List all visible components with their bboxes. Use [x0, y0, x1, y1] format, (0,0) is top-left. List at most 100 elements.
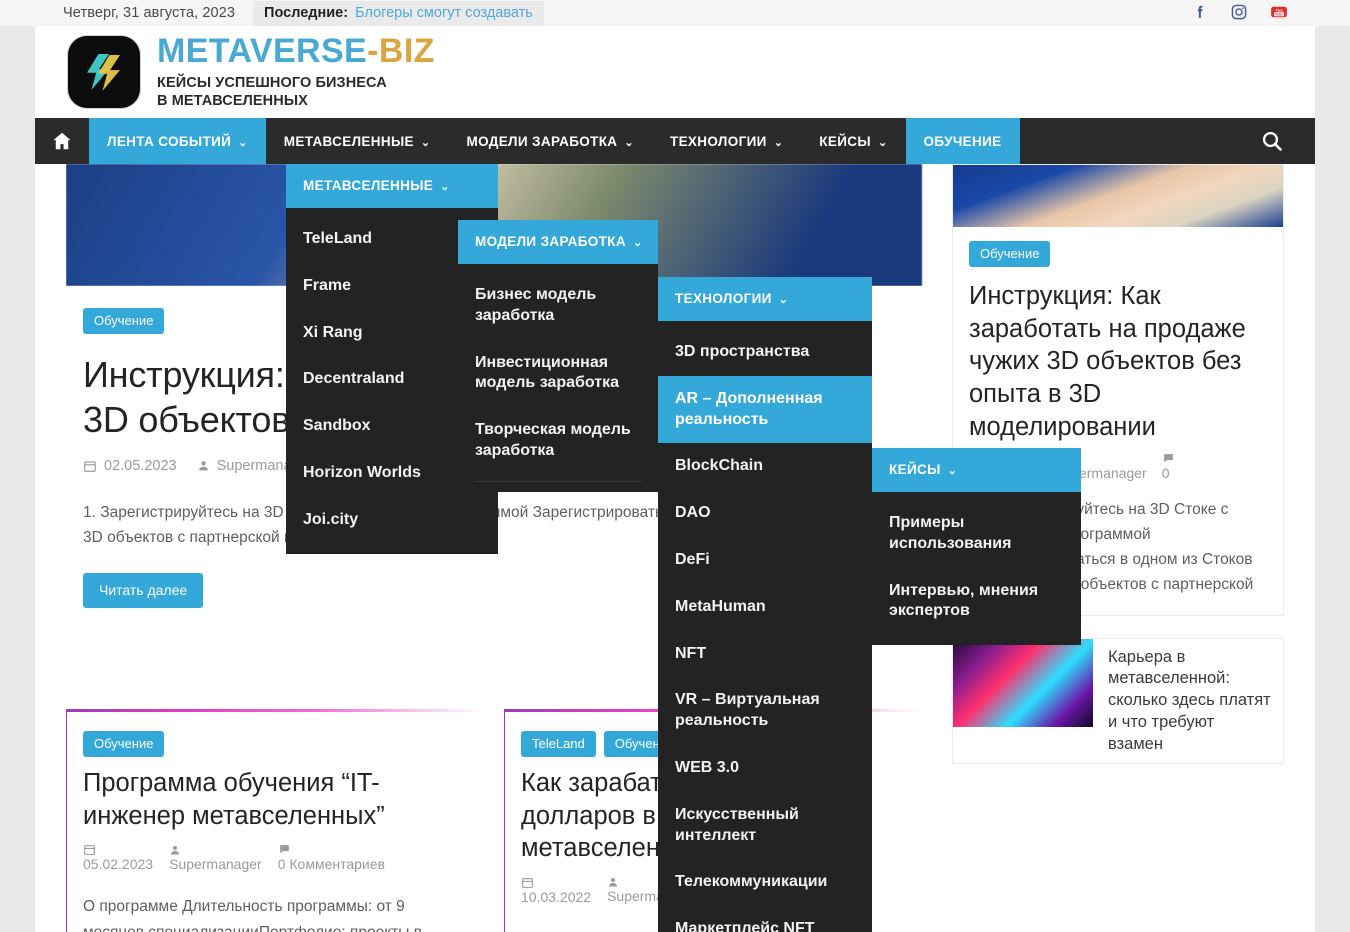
logo-subtitle: КЕЙСЫ УСПЕШНОГО БИЗНЕСА В МЕТАВСЕЛЕННЫХ [157, 74, 435, 110]
menu-item-telecom[interactable]: Телекоммуникации [658, 859, 872, 906]
logo-text-block: METAVERSE-BIZ КЕЙСЫ УСПЕШНОГО БИЗНЕСА В … [157, 34, 435, 110]
card-category-badge[interactable]: TeleLand [521, 731, 596, 757]
site-header: METAVERSE-BIZ КЕЙСЫ УСПЕШНОГО БИЗНЕСА В … [35, 26, 1315, 118]
sidebar-article-thumbnail[interactable] [953, 165, 1283, 227]
nav-item-label: МОДЕЛИ ЗАРАБОТКА [466, 133, 618, 149]
menu-item-defi[interactable]: DeFi [658, 537, 872, 584]
instagram-icon[interactable] [1230, 3, 1248, 21]
breaking-news: Последние: Блогеры смогут создавать [253, 0, 544, 26]
comment-icon [1163, 454, 1173, 463]
dropdown-tehnologii-list: 3D пространства AR – Дополненная реально… [658, 321, 872, 932]
sidebar-mini-thumbnail[interactable] [953, 638, 1093, 727]
menu-item-nft[interactable]: NFT [658, 631, 872, 678]
sidebar-mini-article[interactable]: Карьера в метавселенной: сколько здесь п… [952, 637, 1284, 765]
nav-item-label: МЕТАВСЕЛЕННЫЕ [283, 133, 414, 149]
menu-item-investicionnaya[interactable]: Инвестиционная модель заработка [458, 340, 658, 408]
chevron-down-icon: ⌄ [238, 136, 248, 149]
article-comments-text: 0 Комментариев [277, 856, 385, 873]
article-comments[interactable]: 0 [1162, 452, 1175, 481]
page-root: Четверг, 31 августа, 2023 Последние: Бло… [0, 0, 1350, 932]
article-author[interactable]: Supermanager [169, 844, 262, 872]
article-date: 10.03.2022 [521, 876, 591, 905]
menu-item-biznes-model[interactable]: Бизнес модель заработка [458, 272, 658, 340]
chevron-down-icon: ⌄ [947, 465, 958, 477]
svg-text:Tube: Tube [1275, 12, 1283, 16]
menu-item-intervyu-mneniya[interactable]: Интервью, мнения экспертов [872, 568, 1081, 636]
menu-item-metahuman[interactable]: MetaHuman [658, 584, 872, 631]
menu-item-nft-marketplace[interactable]: Маркетплейс NFT [658, 906, 872, 932]
menu-item-ar[interactable]: AR – Дополненная реальность [658, 375, 872, 444]
dropdown-keysy-header[interactable]: КЕЙСЫ ⌄ [872, 448, 1081, 492]
nav-item-obuchenie[interactable]: ОБУЧЕНИЕ [905, 118, 1020, 164]
menu-item-tvorcheskaya[interactable]: Творческая модель заработка [458, 407, 658, 475]
card-badges: Обучение [83, 731, 466, 757]
card-title[interactable]: Программа обучения “IT-инженер метавселе… [83, 767, 466, 832]
article-card: Обучение Программа обучения “IT-инженер … [66, 709, 483, 932]
breaking-news-link[interactable]: Блогеры смогут создавать [355, 5, 533, 21]
read-more-button[interactable]: Читать далее [83, 572, 204, 608]
facebook-icon[interactable] [1191, 3, 1209, 21]
menu-divider [474, 480, 642, 482]
article-date: 02.05.2023 [83, 458, 177, 474]
user-icon [609, 878, 618, 887]
card-category-badge[interactable]: Обучение [83, 731, 165, 757]
article-comments[interactable]: 0 Комментариев [278, 843, 385, 872]
menu-item-dao[interactable]: DAO [658, 490, 872, 537]
dropdown-tehnologii-header[interactable]: ТЕХНОЛОГИИ ⌄ [658, 277, 872, 321]
card-excerpt: О программе Длительность программы: от 9… [83, 898, 422, 932]
menu-item-web3[interactable]: WEB 3.0 [658, 745, 872, 792]
chevron-down-icon: ⌄ [624, 136, 634, 149]
dropdown-header-label: КЕЙСЫ [889, 462, 941, 477]
nav-item-keysy[interactable]: КЕЙСЫ ⌄ [801, 118, 905, 164]
logo-title-part1: METAVERSE [157, 31, 368, 70]
menu-item-ai[interactable]: Искусственный интеллект [658, 792, 872, 860]
nav-item-label: ТЕХНОЛОГИИ [669, 133, 767, 149]
chevron-down-icon: ⌄ [877, 136, 888, 149]
dropdown-modeli-header[interactable]: МОДЕЛИ ЗАРАБОТКА ⌄ [458, 220, 658, 264]
dropdown-keysy-list: Примеры использования Интервью, мнения э… [872, 492, 1081, 645]
sidebar-category-badge[interactable]: Обучение [969, 241, 1051, 267]
article-date: 05.02.2023 [83, 843, 153, 872]
social-links: You Tube [1191, 3, 1287, 21]
article-author-text: Supermanager [169, 855, 262, 872]
nav-item-label: КЕЙСЫ [819, 133, 871, 149]
menu-item-vr[interactable]: VR – Виртуальная реальность [658, 677, 872, 745]
sidebar-mini-title[interactable]: Карьера в метавселенной: сколько здесь п… [1108, 639, 1283, 764]
chevron-down-icon: ⌄ [773, 136, 784, 149]
current-date: Четверг, 31 августа, 2023 [63, 5, 236, 21]
comment-icon [279, 845, 289, 854]
featured-category-badge[interactable]: Обучение [83, 308, 165, 334]
article-date-text: 05.02.2023 [83, 856, 154, 873]
nav-item-label: ОБУЧЕНИЕ [923, 133, 1002, 149]
site-logo[interactable]: METAVERSE-BIZ КЕЙСЫ УСПЕШНОГО БИЗНЕСА В … [68, 34, 435, 110]
nav-item-lenta-sobytiy[interactable]: ЛЕНТА СОБЫТИЙ ⌄ [89, 118, 266, 164]
nav-home-button[interactable] [35, 118, 89, 164]
dropdown-metavselennye-header[interactable]: МЕТАВСЕЛЕННЫЕ ⌄ [286, 164, 498, 208]
menu-item-3d-prostranstva[interactable]: 3D пространства [658, 329, 872, 376]
article-date-text: 02.05.2023 [104, 457, 177, 474]
dropdown-header-label: МОДЕЛИ ЗАРАБОТКА [475, 234, 626, 249]
nav-search-button[interactable] [1229, 118, 1315, 164]
calendar-icon [522, 878, 533, 888]
nav-item-label: ЛЕНТА СОБЫТИЙ [107, 133, 232, 149]
dropdown-header-label: МЕТАВСЕЛЕННЫЕ [303, 178, 434, 193]
logo-title-part2: -BIZ [367, 31, 435, 70]
nav-item-metavselennye[interactable]: МЕТАВСЕЛЕННЫЕ ⌄ [266, 118, 449, 164]
youtube-icon[interactable]: You Tube [1269, 3, 1287, 21]
menu-item-primery-ispolzovaniya[interactable]: Примеры использования [872, 500, 1081, 568]
menu-item-joi-city[interactable]: Joi.city [286, 497, 498, 544]
user-icon [171, 845, 180, 855]
logo-subtitle-line1: КЕЙСЫ УСПЕШНОГО БИЗНЕСА [157, 74, 387, 91]
logo-title: METAVERSE-BIZ [157, 34, 435, 68]
user-icon [198, 461, 208, 471]
logo-mark-icon [68, 36, 140, 108]
top-utility-bar: Четверг, 31 августа, 2023 Последние: Бло… [0, 0, 1350, 26]
menu-item-blockchain[interactable]: BlockChain [658, 443, 872, 490]
page-content: Обучение Инструкция: Как заработать на п… [35, 164, 1315, 932]
nav-item-tehnologii[interactable]: ТЕХНОЛОГИИ ⌄ [652, 118, 801, 164]
card-meta: 05.02.2023 Supermanager 0 Комментариев [83, 843, 466, 872]
main-navigation: ЛЕНТА СОБЫТИЙ ⌄ МЕТАВСЕЛЕННЫЕ ⌄ МОДЕЛИ З… [35, 118, 1315, 164]
dropdown-header-label: ТЕХНОЛОГИИ [675, 291, 772, 306]
nav-item-modeli-zarabotka[interactable]: МОДЕЛИ ЗАРАБОТКА ⌄ [448, 118, 652, 164]
sidebar-article-title[interactable]: Инструкция: Как заработать на продаже чу… [969, 280, 1267, 443]
